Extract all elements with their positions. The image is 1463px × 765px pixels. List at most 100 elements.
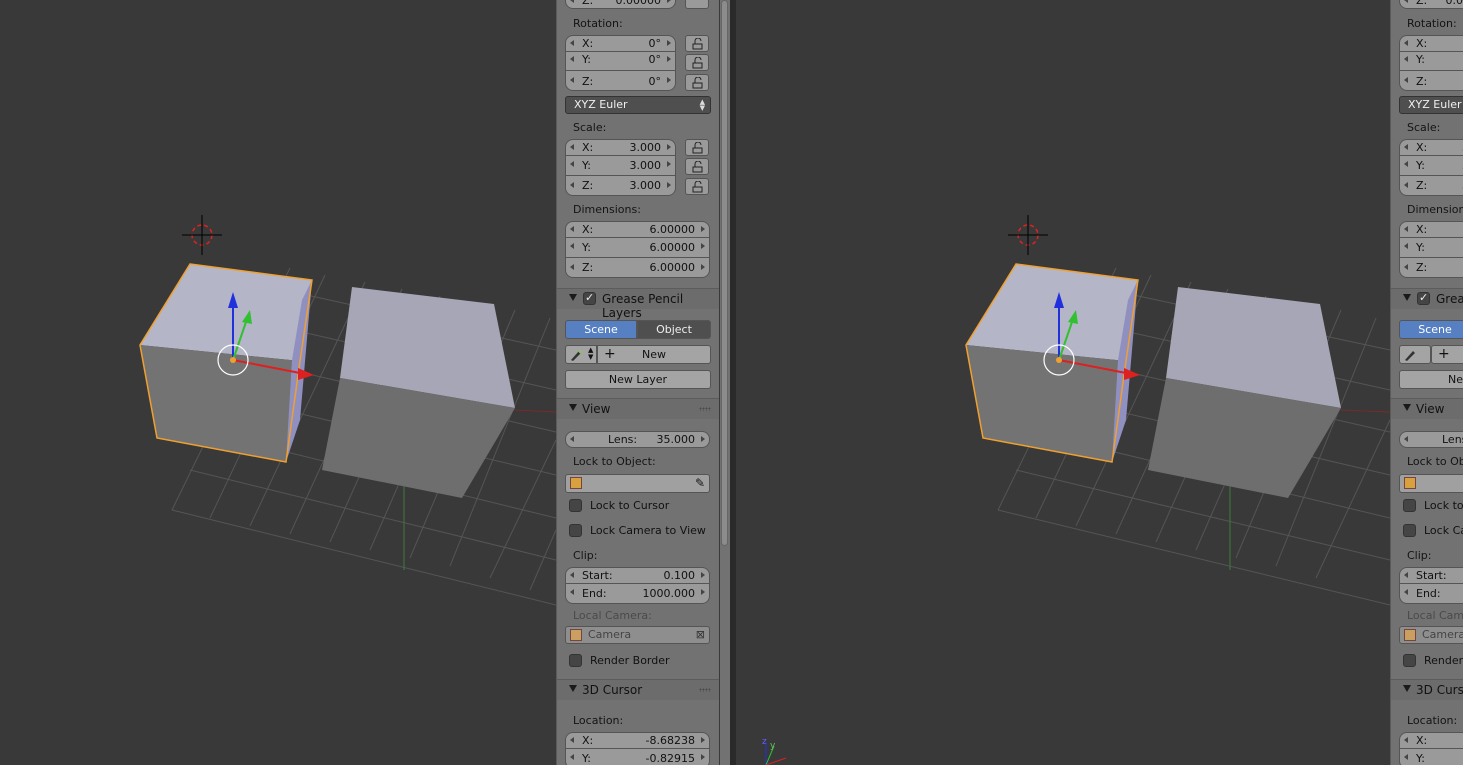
- grease-scene-button-right[interactable]: Scene: [1399, 320, 1463, 339]
- lock-to-cursor-label-right: Lock to C: [1424, 499, 1463, 512]
- pencil-icon: [1405, 351, 1415, 361]
- cursor-x-field[interactable]: X: -8.68238: [565, 732, 710, 749]
- lock-object-field[interactable]: ✎: [565, 474, 710, 493]
- lock-icon[interactable]: [685, 0, 709, 9]
- drag-grip-icon[interactable]: [699, 407, 711, 411]
- clip-start-field[interactable]: Start: 0.100: [565, 567, 710, 584]
- rotation-mode-dropdown[interactable]: XYZ Euler ▲ ▼: [565, 96, 711, 114]
- location-z-field-right[interactable]: Z: 0.00: [1399, 0, 1463, 9]
- lock-to-cursor-label: Lock to Cursor: [590, 499, 670, 512]
- rotation-label: Rotation:: [573, 17, 623, 30]
- scale-label-right: Scale:: [1407, 121, 1441, 134]
- clip-end-field-right[interactable]: End:: [1399, 584, 1463, 604]
- grease-scene-button[interactable]: Scene: [565, 320, 637, 339]
- pencil-selector-button[interactable]: ▲ ▼: [565, 345, 597, 364]
- lock-camera-to-view-label: Lock Camera to View: [590, 524, 706, 537]
- cursor-y-field-right[interactable]: Y:: [1399, 749, 1463, 765]
- rotation-z-field-right[interactable]: Z:: [1399, 71, 1463, 91]
- drag-grip-icon[interactable]: [699, 688, 711, 692]
- new-layer-button[interactable]: New Layer: [565, 370, 711, 389]
- grease-pencil-checkbox[interactable]: [583, 291, 596, 305]
- cube-selected[interactable]: [139, 263, 313, 463]
- grease-new-button-right[interactable]: +: [1431, 345, 1463, 364]
- panel-scrollbar-thumb[interactable]: [721, 0, 728, 546]
- rotation-x-lock-icon[interactable]: [685, 35, 709, 52]
- collapse-triangle-icon[interactable]: [1403, 404, 1411, 411]
- 3d-cursor: [1008, 215, 1048, 255]
- scale-y-lock-icon[interactable]: [685, 158, 709, 175]
- rotation-label-right: Rotation:: [1407, 17, 1457, 30]
- scale-z-field-right[interactable]: Z:3: [1399, 176, 1463, 196]
- scale-x-field[interactable]: X: 3.000: [565, 139, 676, 156]
- dimensions-x-field[interactable]: X: 6.00000: [565, 221, 710, 238]
- grease-pencil-checkbox-right[interactable]: [1417, 291, 1430, 305]
- lock-camera-checkbox-right[interactable]: [1403, 524, 1416, 537]
- cube-selected[interactable]: [965, 263, 1139, 463]
- viewport-right[interactable]: z y: [736, 0, 1390, 765]
- scale-y-field[interactable]: Y: 3.000: [565, 156, 676, 176]
- location-z-field[interactable]: Z: 0.00000: [565, 0, 676, 9]
- scene-render-right: z y: [762, 215, 1390, 765]
- render-border-checkbox[interactable]: [569, 654, 582, 667]
- collapse-triangle-icon[interactable]: [1403, 294, 1411, 301]
- scale-z-lock-icon[interactable]: [685, 178, 709, 195]
- properties-panel[interactable]: Z: 0.00000 Rotation: X: 0° Y: 0° Z: 0° X…: [556, 0, 719, 765]
- dimensions-y-field-right[interactable]: Y:: [1399, 238, 1463, 258]
- cube-unselected[interactable]: [1148, 287, 1341, 498]
- rotation-z-lock-icon[interactable]: [685, 74, 709, 91]
- lock-to-object-label: Lock to Object:: [573, 455, 656, 468]
- viewport-left[interactable]: [0, 0, 556, 765]
- rotation-mode-dropdown-right[interactable]: XYZ Euler: [1399, 96, 1463, 114]
- scale-z-field[interactable]: Z: 3.000: [565, 176, 676, 196]
- clip-start-field-right[interactable]: Start:: [1399, 567, 1463, 584]
- rotation-x-field-right[interactable]: X:: [1399, 35, 1463, 52]
- scale-x-lock-icon[interactable]: [685, 139, 709, 156]
- view-header-right[interactable]: View: [1391, 398, 1463, 419]
- collapse-triangle-icon[interactable]: [569, 685, 577, 692]
- rotation-x-field[interactable]: X: 0°: [565, 35, 676, 52]
- rotation-y-lock-icon[interactable]: [685, 54, 709, 71]
- collapse-triangle-icon[interactable]: [569, 404, 577, 411]
- cursor-y-field[interactable]: Y: -0.82915: [565, 749, 710, 765]
- lens-field-right[interactable]: Lens:: [1399, 431, 1463, 448]
- lock-object-field-right[interactable]: [1399, 474, 1463, 493]
- scale-y-field-right[interactable]: Y:3: [1399, 156, 1463, 176]
- grease-new-button[interactable]: + New: [597, 345, 711, 364]
- dimensions-z-field[interactable]: Z: 6.00000: [565, 258, 710, 278]
- dimensions-z-field-right[interactable]: Z:: [1399, 258, 1463, 278]
- local-camera-field[interactable]: Camera ⊠: [565, 626, 710, 644]
- view-header[interactable]: View: [557, 398, 719, 419]
- clip-end-field[interactable]: End: 1000.000: [565, 584, 710, 604]
- plus-icon: +: [604, 346, 616, 362]
- new-layer-button-right[interactable]: New: [1399, 370, 1463, 389]
- eyedropper-icon[interactable]: ✎: [695, 476, 705, 491]
- dimensions-x-field-right[interactable]: X:: [1399, 221, 1463, 238]
- rotation-y-field[interactable]: Y: 0°: [565, 52, 676, 71]
- grease-object-button[interactable]: Object: [637, 320, 711, 339]
- rotation-y-field-right[interactable]: Y:: [1399, 52, 1463, 71]
- scale-x-field-right[interactable]: X:3: [1399, 139, 1463, 156]
- collapse-triangle-icon[interactable]: [569, 294, 577, 301]
- 3d-cursor: [182, 215, 222, 255]
- dimensions-y-field[interactable]: Y: 6.00000: [565, 238, 710, 258]
- properties-panel-right[interactable]: Z: 0.00 Rotation: X: Y: Z: XYZ Euler Sca…: [1390, 0, 1463, 765]
- close-icon[interactable]: ⊠: [696, 627, 705, 642]
- 3d-cursor-header-right[interactable]: 3D Cursor: [1391, 679, 1463, 700]
- cube-unselected[interactable]: [322, 287, 515, 498]
- lock-to-cursor-checkbox[interactable]: [569, 499, 582, 512]
- updown-arrows-icon: ▲ ▼: [588, 346, 594, 361]
- local-camera-label: Local Camera:: [573, 609, 652, 622]
- lock-to-cursor-checkbox-right[interactable]: [1403, 499, 1416, 512]
- grease-pencil-header-right[interactable]: Grease: [1391, 288, 1463, 309]
- cube-icon: [1404, 629, 1416, 641]
- 3d-cursor-header[interactable]: 3D Cursor: [557, 679, 719, 700]
- grease-pencil-header[interactable]: Grease Pencil Layers: [557, 288, 719, 320]
- lens-field[interactable]: Lens: 35.000: [565, 431, 710, 448]
- render-border-checkbox-right[interactable]: [1403, 654, 1416, 667]
- pencil-selector-button-right[interactable]: [1399, 345, 1431, 364]
- collapse-triangle-icon[interactable]: [1403, 685, 1411, 692]
- local-camera-field-right[interactable]: Camera: [1399, 626, 1463, 644]
- rotation-z-field[interactable]: Z: 0°: [565, 71, 676, 91]
- lock-camera-to-view-checkbox[interactable]: [569, 524, 582, 537]
- cursor-x-field-right[interactable]: X:: [1399, 732, 1463, 749]
